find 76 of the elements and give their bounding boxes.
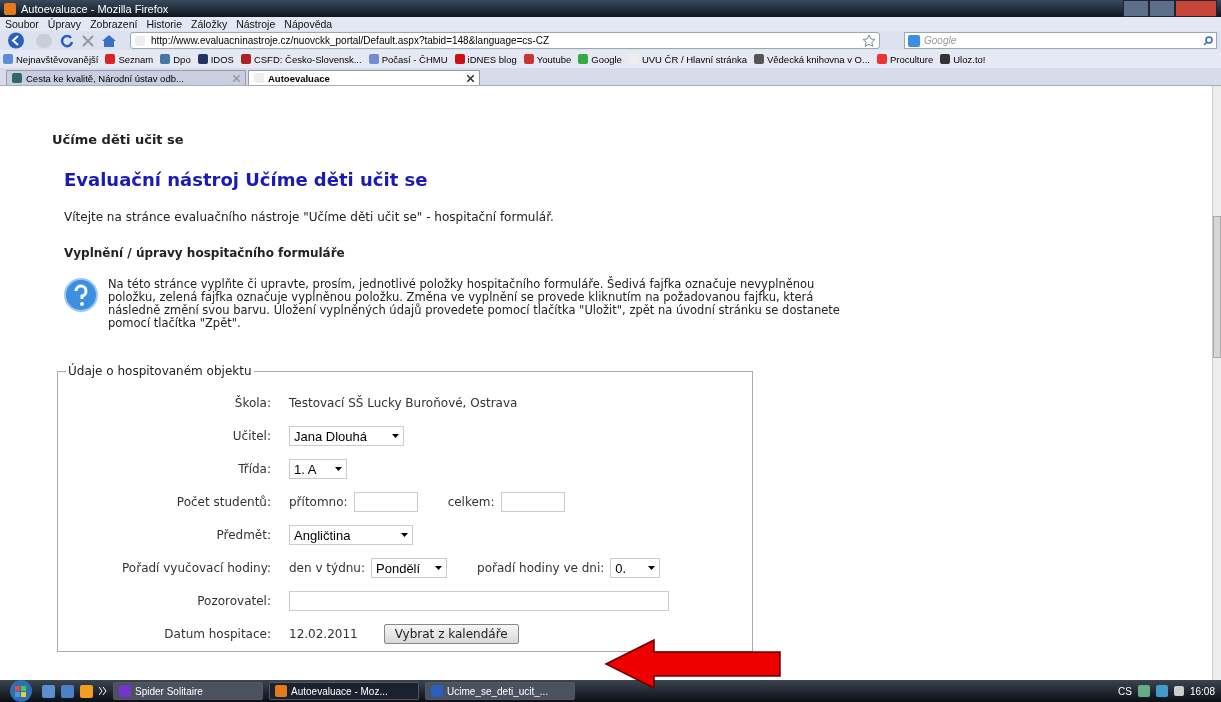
field-label: Učitel: <box>231 429 271 443</box>
scrollbar[interactable] <box>1212 86 1221 680</box>
bookmark-link[interactable]: Google <box>578 53 622 65</box>
dropdown[interactable]: 1. A <box>289 459 347 479</box>
field-value: 12.02.2011 <box>289 627 358 641</box>
help-icon <box>64 278 98 312</box>
search-field[interactable]: Google <box>904 32 1217 49</box>
bookmark-link[interactable]: UVU ČR / Hlavní stránka <box>628 53 747 65</box>
menu-item[interactable]: Nápověda <box>284 18 333 30</box>
home-icon[interactable] <box>102 34 116 47</box>
field-label: Datum hospitace: <box>163 627 271 641</box>
browser-tab[interactable]: Autoevaluace <box>248 70 480 85</box>
page-heading: Evaluační nástroj Učíme děti učit se <box>64 169 429 190</box>
menu-item[interactable]: Nástroje <box>236 18 276 30</box>
browser-tab[interactable]: Cesta ke kvalitě, Národní ústav odb... <box>6 70 246 85</box>
input-field[interactable] <box>353 492 418 512</box>
bookmark-link[interactable]: Uloz.to! <box>940 53 986 65</box>
field-label: Třída: <box>237 462 271 476</box>
dropdown[interactable]: Angličtina <box>289 525 413 545</box>
field-label: přítomno: <box>289 495 348 509</box>
reload-icon[interactable] <box>60 33 74 48</box>
maximize-button[interactable] <box>1149 0 1175 17</box>
field-label: den v týdnu: <box>289 561 365 575</box>
calendar-button[interactable]: Vybrat z kalendáře <box>383 624 519 644</box>
chevron-icon[interactable] <box>99 687 107 695</box>
language-indicator[interactable]: CS <box>1118 685 1132 697</box>
search-icon[interactable] <box>1203 35 1213 46</box>
bookmark-link[interactable]: Vědecká knihovna v O... <box>753 53 870 65</box>
field-label: celkem: <box>447 495 495 509</box>
caret-icon <box>648 566 656 570</box>
menu-item[interactable]: Úpravy <box>47 18 82 30</box>
dropdown[interactable]: Pondělí <box>371 558 447 578</box>
bookmark-link[interactable]: iDNES blog <box>454 53 517 65</box>
minimize-button[interactable] <box>1123 0 1149 17</box>
close-button[interactable] <box>1175 0 1217 17</box>
section-heading: Vyplnění / úpravy hospitačního formuláře <box>64 246 346 260</box>
field-label: Pořadí vyučovací hodiny: <box>121 561 271 575</box>
field-label: Pozorovatel: <box>196 594 271 608</box>
bookmark-link[interactable]: IDOS <box>197 53 234 65</box>
caret-icon <box>401 533 408 537</box>
site-title: Učíme děti učit se <box>52 132 185 147</box>
bookmark-link[interactable]: Proculture <box>876 53 934 65</box>
clock: 16:08 <box>1189 685 1215 697</box>
group-legend: Údaje o hospitovaném objektu <box>66 364 254 378</box>
taskbar-button[interactable]: Autoevaluace - Moz... <box>269 682 419 700</box>
input-field[interactable] <box>500 492 565 512</box>
bookmark-link[interactable]: CSFD: Česko-Slovensk... <box>240 53 362 65</box>
address-bar[interactable]: http://www.evaluacninastroje.cz/nuovckk_portal/Default.aspx?tabid=148&language=cs-CZ <box>130 32 880 49</box>
star-icon[interactable] <box>863 34 875 47</box>
caret-icon <box>335 467 342 471</box>
field-value: Testovací SŠ Lucky Buroňové, Ostrava <box>289 396 518 410</box>
taskbar-button[interactable]: Spider Solitaire <box>113 682 263 700</box>
bookmark-link[interactable]: Dpo <box>160 53 191 65</box>
dropdown[interactable]: Jana Dlouhá <box>289 426 404 446</box>
window-title: Autoevaluace - Mozilla Firefox <box>21 2 169 15</box>
caret-icon <box>435 566 442 570</box>
bookmark-link[interactable]: Youtube <box>523 53 572 65</box>
menu-item[interactable]: Zobrazení <box>90 18 138 30</box>
field-label: Škola: <box>233 396 271 410</box>
bookmark-link[interactable]: Počasí - ČHMU <box>368 53 448 65</box>
stop-icon[interactable] <box>82 34 94 47</box>
taskbar-button[interactable]: Ucime_se_deti_ucit_... <box>425 682 575 700</box>
menu-item[interactable]: Historie <box>146 18 182 30</box>
close-icon[interactable] <box>467 74 474 82</box>
menu-item[interactable]: Záložky <box>191 18 228 30</box>
welcome-text: Vítejte na stránce evaluačního nástroje "Učíme děti učit se" - hospitační formulář. <box>64 210 555 224</box>
field-label: Předmět: <box>215 528 271 542</box>
dropdown[interactable]: 0. <box>610 558 661 578</box>
field-label: pořadí hodiny ve dni: <box>477 561 605 575</box>
caret-icon <box>392 434 399 438</box>
bookmark-link[interactable]: Nejnavštěvovanější <box>3 53 99 65</box>
bookmark-link[interactable]: Seznam <box>105 53 154 65</box>
input-field[interactable] <box>289 591 669 611</box>
info-text: Na této stránce vyplňte či upravte, prosím, jednotlivé položky hospitačního formuláře. Šedivá fajfka označuje nevyplněnou položku, zelená fajfka označuje vyplněnou položku. Změna ve vyplnění se provede kliknutím na požadovanou fajfku, která následně změní svou barvu. Uložení vyplněných údajů provedete pomocí tlačítka "Uložit", zpět na úvodní stránku se dostanete pomocí tlačítka "Zpět". <box>108 278 841 330</box>
menu-item[interactable]: Soubor <box>5 18 39 30</box>
field-label: Počet studentů: <box>175 495 271 509</box>
